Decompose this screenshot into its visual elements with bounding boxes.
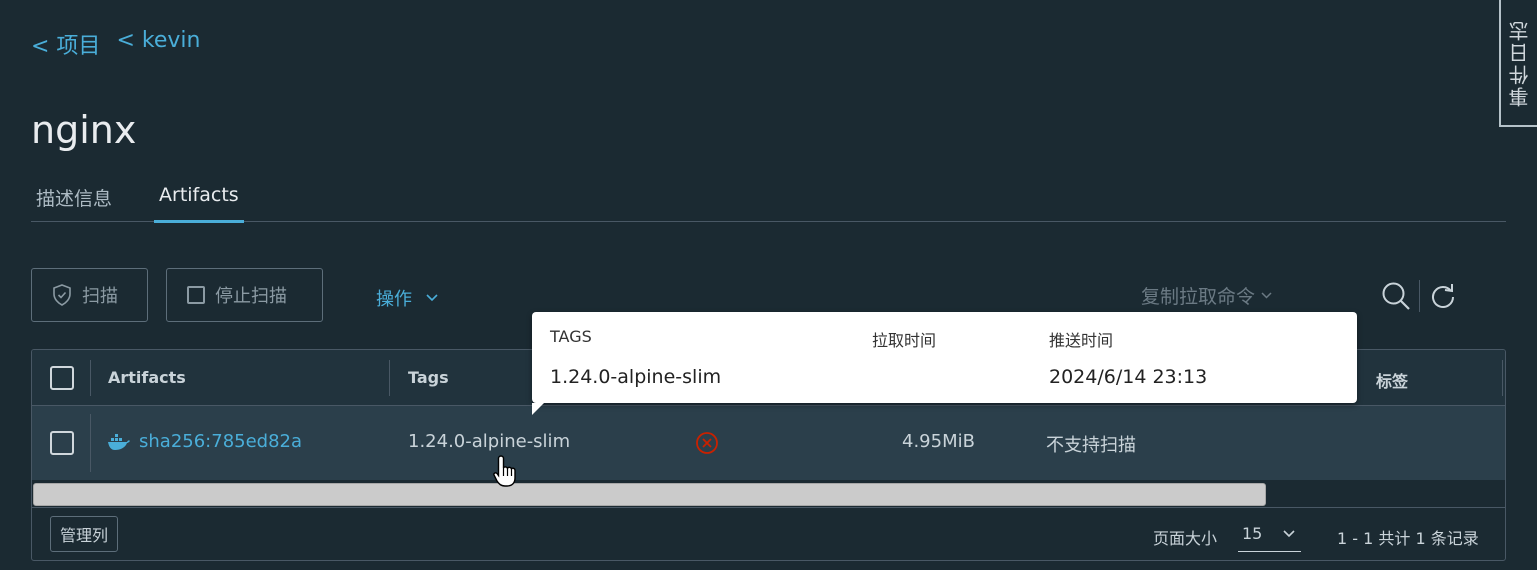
table-row: sha256:785ed82a 1.24.0-alpine-slim 4.95M… <box>32 406 1505 480</box>
column-divider <box>389 360 390 396</box>
artifact-digest-link[interactable]: sha256:785ed82a <box>107 431 302 452</box>
stop-square-icon <box>187 286 205 304</box>
tooltip-push-time: 2024/6/14 23:13 <box>1049 366 1208 388</box>
tags-tooltip: TAGS 拉取时间 推送时间 1.24.0-alpine-slim 2024/6… <box>532 312 1357 415</box>
page-size-select[interactable]: 15 <box>1238 516 1301 552</box>
tab-artifacts[interactable]: Artifacts <box>154 180 244 223</box>
tooltip-header-pull-time: 拉取时间 <box>872 331 937 350</box>
tab-bar: 描述信息 Artifacts <box>31 180 1506 223</box>
page-size-label: 页面大小 <box>1153 529 1218 548</box>
docker-icon <box>108 433 130 450</box>
page-title: nginx <box>31 108 137 152</box>
pagination-info: 1 - 1 共计 1 条记录 <box>1337 529 1479 548</box>
datagrid-footer: 管理列 页面大小 15 1 - 1 共计 1 条记录 <box>32 507 1505 560</box>
toolbar-divider <box>1419 280 1420 312</box>
artifact-size: 4.95MiB <box>902 431 975 452</box>
hand-cursor-icon <box>493 455 516 487</box>
breadcrumb: < 项目 < kevin <box>31 28 200 60</box>
column-divider <box>1502 360 1503 396</box>
chevron-down-icon <box>426 294 438 302</box>
actions-dropdown-label: 操作 <box>376 289 412 310</box>
scan-button[interactable]: 扫描 <box>31 268 148 322</box>
column-divider <box>90 414 91 472</box>
search-icon[interactable] <box>1381 281 1411 311</box>
column-header-artifacts[interactable]: Artifacts <box>108 368 186 387</box>
manage-columns-button[interactable]: 管理列 <box>50 516 119 552</box>
select-all-checkbox[interactable] <box>50 366 74 390</box>
tooltip-tag: 1.24.0-alpine-slim <box>550 366 722 388</box>
tooltip-header-tags: TAGS <box>550 327 592 346</box>
refresh-icon[interactable] <box>1430 283 1456 309</box>
scan-button-label: 扫描 <box>82 286 118 307</box>
column-header-tags[interactable]: Tags <box>408 368 449 387</box>
stop-scan-button[interactable]: 停止扫描 <box>166 268 323 322</box>
column-header-labels[interactable]: 标签 <box>1376 368 1408 392</box>
chevron-down-icon <box>1283 529 1295 537</box>
copy-pull-command-label: 复制拉取命令 <box>1141 286 1256 308</box>
breadcrumb-projects-link[interactable]: < 项目 <box>31 28 100 60</box>
event-log-label: 事件日志 <box>1507 18 1532 107</box>
event-log-toggle[interactable]: 事件日志 <box>1499 0 1537 127</box>
copy-pull-command-dropdown[interactable]: 复制拉取命令 <box>1141 282 1272 309</box>
artifact-tags[interactable]: 1.24.0-alpine-slim <box>408 431 570 452</box>
vulnerability-status: 不支持扫描 <box>1046 435 1136 456</box>
stop-scan-button-label: 停止扫描 <box>215 286 287 307</box>
shield-icon <box>53 284 71 306</box>
chevron-down-icon <box>1261 292 1272 299</box>
pull-error-icon <box>696 432 718 454</box>
horizontal-scrollbar-thumb[interactable] <box>33 483 1266 506</box>
row-checkbox[interactable] <box>50 431 74 455</box>
tooltip-header-push-time: 推送时间 <box>1049 331 1114 350</box>
actions-dropdown[interactable]: 操作 <box>376 285 438 311</box>
column-divider <box>90 360 91 396</box>
breadcrumb-project-link[interactable]: < kevin <box>116 28 200 60</box>
artifact-digest: sha256:785ed82a <box>139 431 303 452</box>
tab-info[interactable]: 描述信息 <box>31 180 117 222</box>
page-size-value: 15 <box>1242 524 1263 543</box>
